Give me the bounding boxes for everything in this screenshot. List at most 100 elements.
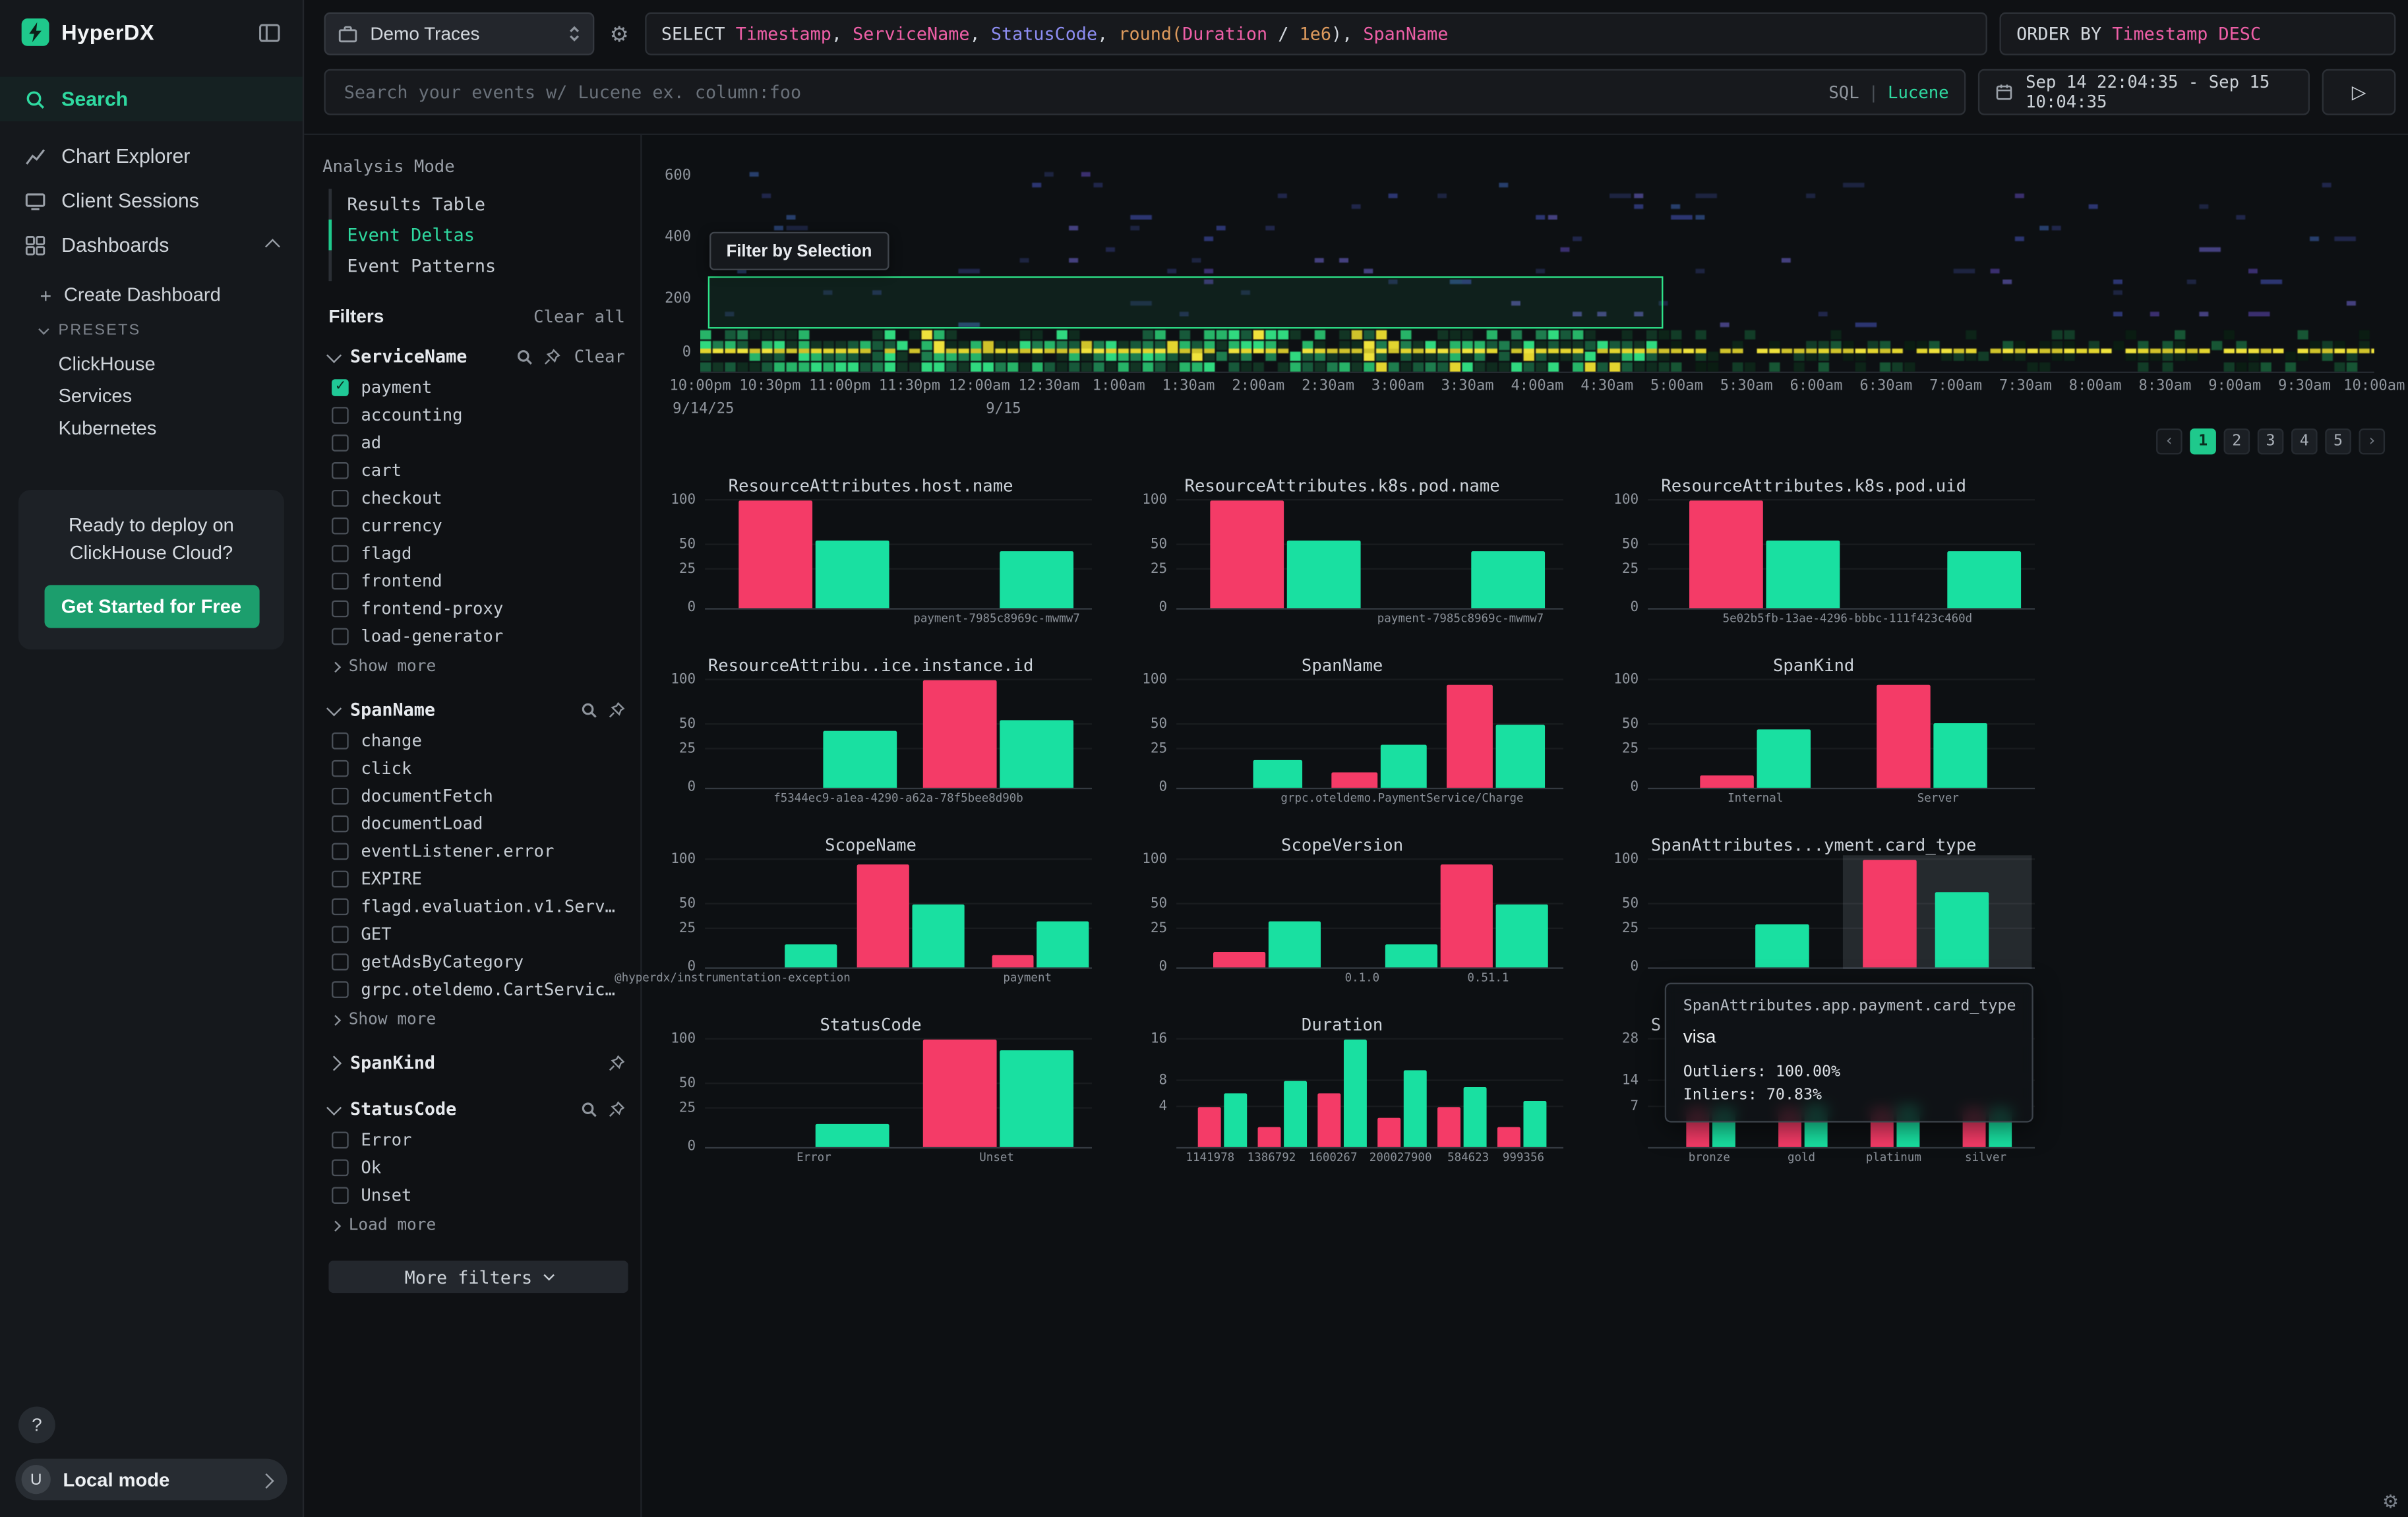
y-tick-label: 100 <box>1592 672 1639 688</box>
filter-checkbox-accounting[interactable]: accounting <box>319 401 628 429</box>
date-range-picker[interactable]: Sep 14 22:04:35 - Sep 15 10:04:35 <box>1978 69 2310 115</box>
filter-checkbox-flagd-evaluation-v1-serv-[interactable]: flagd.evaluation.v1.Serv… <box>319 892 628 920</box>
source-select[interactable]: Demo Traces <box>324 13 594 55</box>
filter-checkbox-eventlistener-error[interactable]: eventListener.error <box>319 837 628 864</box>
search-input[interactable] <box>341 80 1828 104</box>
filter-checkbox-error[interactable]: Error <box>319 1125 628 1153</box>
clear-all-button[interactable]: Clear all <box>533 307 625 326</box>
source-settings-gear-icon[interactable]: ⚙ <box>607 20 632 47</box>
filter-group-header-spankind[interactable]: SpanKind <box>319 1046 628 1079</box>
pin-icon[interactable] <box>608 701 625 718</box>
page-prev-button[interactable]: ‹ <box>2156 429 2182 455</box>
search-icon[interactable] <box>580 1100 597 1117</box>
chart-plot[interactable] <box>1648 500 2035 609</box>
load-more-button[interactable]: Load more <box>319 1212 628 1239</box>
sidebar-collapse-button[interactable] <box>258 20 281 44</box>
filter-group-header-servicename[interactable]: ServiceNameClear <box>319 340 628 373</box>
sql-select-input[interactable]: SELECT Timestamp, ServiceName, StatusCod… <box>644 13 1987 55</box>
pin-icon[interactable] <box>608 1100 625 1117</box>
clear-filter-button[interactable]: Clear <box>574 346 625 366</box>
filter-label: cart <box>361 460 402 480</box>
filter-checkbox-flagd[interactable]: flagd <box>319 539 628 567</box>
filter-checkbox-documentload[interactable]: documentLoad <box>319 809 628 837</box>
run-query-button[interactable]: ▷ <box>2322 69 2396 115</box>
events-heatmap[interactable]: 6004002000 Filter by Selection <box>700 162 2374 373</box>
filter-checkbox-click[interactable]: click <box>319 754 628 782</box>
sidebar-item-services[interactable]: Services <box>0 379 303 411</box>
y-tick-label: 50 <box>649 1077 696 1092</box>
filter-checkbox-frontend[interactable]: frontend <box>319 566 628 594</box>
filter-checkbox-frontend-proxy[interactable]: frontend-proxy <box>319 594 628 622</box>
filter-checkbox-grpc-oteldemo-cartservic-[interactable]: grpc.oteldemo.CartServic… <box>319 975 628 1003</box>
page-next-button[interactable]: › <box>2359 429 2385 455</box>
chart-plot[interactable] <box>705 860 1092 968</box>
mode-results-table[interactable]: Results Table <box>328 189 628 220</box>
page-button-1[interactable]: 1 <box>2190 429 2216 455</box>
filter-checkbox-get[interactable]: GET <box>319 920 628 947</box>
order-by-input[interactable]: ORDER BY Timestamp DESC <box>1999 13 2395 55</box>
filter-checkbox-cart[interactable]: cart <box>319 456 628 484</box>
pin-icon[interactable] <box>608 1054 625 1071</box>
chart-plot[interactable] <box>1176 1040 1563 1148</box>
sidebar-item-clickhouse[interactable]: ClickHouse <box>0 347 303 379</box>
heatmap-selection-box[interactable] <box>708 276 1664 328</box>
filter-by-selection-button[interactable]: Filter by Selection <box>709 232 889 270</box>
filter-checkbox-load-generator[interactable]: load-generator <box>319 622 628 649</box>
chart-plot[interactable] <box>1648 680 2035 789</box>
show-more-button[interactable]: Show more <box>319 653 628 680</box>
page-button-5[interactable]: 5 <box>2325 429 2351 455</box>
page-button-3[interactable]: 3 <box>2258 429 2284 455</box>
filter-group-header-spanname[interactable]: SpanName <box>319 692 628 726</box>
mode-event-deltas[interactable]: Event Deltas <box>328 220 628 251</box>
y-tick-label: 0 <box>649 601 696 616</box>
hyperdx-logo-icon <box>22 18 49 46</box>
mode-event-patterns[interactable]: Event Patterns <box>328 251 628 282</box>
presets-toggle[interactable]: PRESETS <box>0 313 303 347</box>
x-tick-label: 1386792 <box>1248 1150 1296 1164</box>
sidebar-item-dashboards[interactable]: Dashboards <box>0 223 303 268</box>
create-dashboard-button[interactable]: + Create Dashboard <box>0 276 303 313</box>
filter-checkbox-change[interactable]: change <box>319 727 628 754</box>
chart-plot[interactable] <box>1176 860 1563 968</box>
sidebar-item-client-sessions[interactable]: Client Sessions <box>0 178 303 223</box>
chart-plot[interactable] <box>705 500 1092 609</box>
sidebar-item-kubernetes[interactable]: Kubernetes <box>0 411 303 444</box>
page-button-4[interactable]: 4 <box>2291 429 2318 455</box>
filter-checkbox-documentfetch[interactable]: documentFetch <box>319 782 628 810</box>
sql-toggle[interactable]: SQL <box>1828 82 1859 102</box>
sidebar-item-search[interactable]: Search <box>0 76 303 121</box>
filter-group-statuscode: StatusCodeErrorOkUnset Load more <box>319 1092 628 1239</box>
help-button[interactable]: ? <box>18 1406 55 1443</box>
filter-checkbox-getadsbycategory[interactable]: getAdsByCategory <box>319 947 628 975</box>
chart-plot[interactable] <box>1648 860 2035 968</box>
tooltip-title: SpanAttributes.app.payment.card_type <box>1683 998 2015 1015</box>
inlier-bar <box>1523 1101 1546 1147</box>
filter-checkbox-checkout[interactable]: checkout <box>319 484 628 512</box>
pin-icon[interactable] <box>543 348 560 365</box>
local-mode-button[interactable]: U Local mode <box>15 1459 287 1501</box>
chart-plot[interactable] <box>705 1040 1092 1148</box>
chart-title: Duration <box>1121 1015 1563 1037</box>
more-filters-button[interactable]: More filters <box>328 1261 628 1293</box>
filter-group-header-statuscode[interactable]: StatusCode <box>319 1092 628 1125</box>
sidebar-item-chart-explorer[interactable]: Chart Explorer <box>0 134 303 179</box>
chart-plot[interactable] <box>705 680 1092 789</box>
chart-plot[interactable] <box>1176 680 1563 789</box>
corner-gear-icon[interactable]: ⚙ <box>2382 1491 2399 1513</box>
y-tick-label: 28 <box>1592 1032 1639 1047</box>
lucene-toggle[interactable]: Lucene <box>1888 82 1949 102</box>
page-button-2[interactable]: 2 <box>2224 429 2250 455</box>
show-more-button[interactable]: Show more <box>319 1006 628 1034</box>
filter-checkbox-ad[interactable]: ad <box>319 429 628 456</box>
search-icon[interactable] <box>516 348 533 365</box>
chart-plot[interactable] <box>1176 500 1563 609</box>
filter-checkbox-expire[interactable]: EXPIRE <box>319 864 628 892</box>
get-started-button[interactable]: Get Started for Free <box>44 585 258 628</box>
filter-checkbox-ok[interactable]: Ok <box>319 1153 628 1181</box>
heatmap-canvas[interactable] <box>700 162 2374 372</box>
search-icon[interactable] <box>580 701 597 718</box>
filter-checkbox-currency[interactable]: currency <box>319 512 628 539</box>
filter-label: documentLoad <box>361 813 483 833</box>
filter-checkbox-payment[interactable]: payment <box>319 373 628 401</box>
filter-checkbox-unset[interactable]: Unset <box>319 1181 628 1208</box>
